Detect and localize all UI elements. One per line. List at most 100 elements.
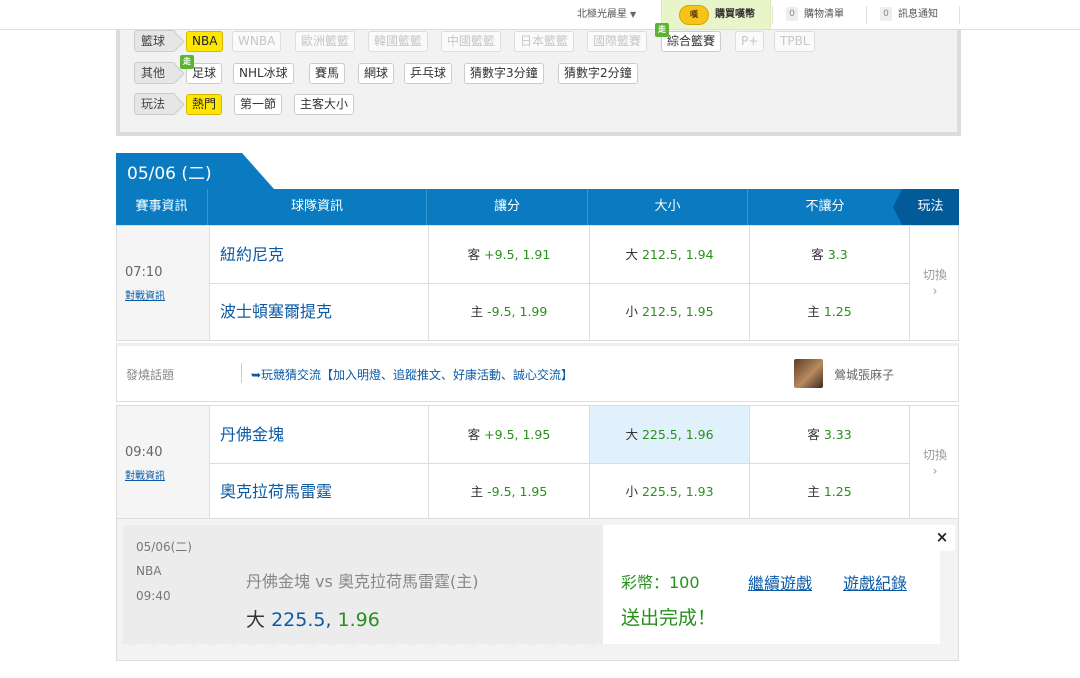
- odds-value: 1.94: [685, 247, 714, 262]
- filter-option-p-plus[interactable]: P+: [735, 31, 765, 52]
- header-match-info: 賽事資訊: [116, 189, 208, 225]
- date-tab-label: 05/06 (二): [127, 164, 212, 184]
- bet-league: NBA: [136, 564, 162, 578]
- messages-link[interactable]: 0 訊息通知: [880, 0, 938, 29]
- divider: [959, 6, 960, 24]
- filter-option-intl-basketball[interactable]: 國際籃賽: [587, 31, 648, 52]
- bet-confirmation-panel: 05/06(二) NBA 09:40 丹佛金塊 vs 奧克拉荷馬雷霆(主) 大 …: [116, 518, 959, 661]
- game-record-link[interactable]: 遊戲紀錄: [843, 570, 907, 594]
- filter-option-soccer[interactable]: 走足球: [180, 55, 223, 84]
- switch-play-button[interactable]: 切換 ›: [909, 406, 959, 520]
- odds-line: +9.5: [484, 427, 515, 442]
- user-menu[interactable]: 北極光晨星 ▼: [577, 0, 636, 29]
- odds-value: 1.25: [823, 484, 852, 499]
- away-team[interactable]: 丹佛金塊: [209, 406, 428, 463]
- matchup-info-link[interactable]: 對戰資訊: [125, 287, 165, 302]
- odds-side: 主: [807, 484, 820, 499]
- odds-value: 1.96: [685, 427, 714, 442]
- moneyline-away-odds[interactable]: 客 3.33: [749, 406, 909, 463]
- switch-label: 切換: [922, 448, 947, 462]
- filter-option-mixed-basketball[interactable]: 走綜合籃賽: [655, 23, 722, 52]
- total-under-odds[interactable]: 小 212.5, 1.95: [589, 283, 749, 340]
- filter-option-korea-basketball[interactable]: 韓國籃籃: [368, 31, 429, 52]
- spread-home-odds[interactable]: 主 -9.5, 1.95: [428, 463, 589, 520]
- odds-line: 212.5: [641, 247, 678, 262]
- bet-pick: 大 225.5, 1.96: [246, 605, 380, 632]
- filter-option-table-tennis[interactable]: 乒乓球: [404, 63, 453, 84]
- filter-option-china-basketball[interactable]: 中國籃籃: [441, 31, 502, 52]
- switch-play-button[interactable]: 切換 ›: [909, 226, 959, 340]
- divider: [866, 6, 867, 24]
- filter-option-tennis[interactable]: 網球: [358, 63, 395, 84]
- divider: [772, 6, 773, 24]
- filter-option-japan-basketball[interactable]: 日本籃籃: [514, 31, 575, 52]
- spread-away-odds[interactable]: 客 +9.5, 1.95: [428, 406, 589, 463]
- play-mode-tab[interactable]: 玩法: [893, 189, 959, 225]
- spread-away-odds[interactable]: 客 +9.5, 1.91: [428, 226, 589, 283]
- game-row: 09:40 對戰資訊 丹佛金塊 奧克拉荷馬雷霆 客 +9.5, 1.95 主 -…: [116, 405, 959, 521]
- cart-link[interactable]: 0 購物清單: [786, 0, 844, 29]
- spread-home-odds[interactable]: 主 -9.5, 1.99: [428, 283, 589, 340]
- game-time: 09:40: [125, 445, 163, 460]
- odds-value: 1.91: [522, 247, 551, 262]
- cart-count-badge: 0: [786, 7, 798, 21]
- moneyline-away-odds[interactable]: 客 3.3: [749, 226, 909, 283]
- hot-topic-link[interactable]: ➥玩競猜交流【加入明燈、追蹤推文、好康活動、誠心交流】: [251, 366, 573, 383]
- continue-game-link[interactable]: 繼續遊戲: [748, 570, 812, 594]
- live-badge: 走: [180, 55, 194, 69]
- odds-line: 212.5: [641, 304, 678, 319]
- moneyline-home-odds[interactable]: 主 1.25: [749, 283, 909, 340]
- filter-panel: 籃球 NBA WNBA 歐洲籃籃 韓國籃籃 中國籃籃 日本籃籃 國際籃賽 走綜合…: [116, 23, 961, 136]
- filter-option-nba[interactable]: NBA: [186, 31, 224, 52]
- hot-topic-bar: 發燒話題 ➥玩競猜交流【加入明燈、追蹤推文、好康活動、誠心交流】 鶯城張麻子: [116, 343, 959, 402]
- home-team[interactable]: 奧克拉荷馬雷霆: [209, 463, 428, 520]
- cart-label: 購物清單: [804, 9, 844, 20]
- messages-label: 訊息通知: [898, 9, 938, 20]
- total-over-odds[interactable]: 大 212.5, 1.94: [589, 226, 749, 283]
- bet-result: 彩幣：100 送出完成！ 繼續遊戲 遊戲紀錄: [603, 525, 940, 644]
- total-over-odds-selected[interactable]: 大 225.5, 1.96: [589, 406, 749, 463]
- odds-side: 主: [470, 484, 484, 499]
- odds-value: 3.33: [823, 427, 852, 442]
- filter-option-euro-basketball[interactable]: 歐洲籃籃: [295, 31, 356, 52]
- filter-option-first-quarter[interactable]: 第一節: [234, 94, 283, 115]
- odds-value: 3.3: [827, 247, 848, 262]
- filter-option-horse-racing[interactable]: 賽馬: [309, 63, 346, 84]
- buy-coins-button[interactable]: 嘆 購買嘆幣: [661, 0, 771, 29]
- total-under-odds[interactable]: 小 225.5, 1.93: [589, 463, 749, 520]
- date-tab[interactable]: 05/06 (二): [116, 153, 276, 189]
- top-bar: 北極光晨星 ▼ 嘆 購買嘆幣 0 購物清單 0 訊息通知: [0, 0, 1080, 30]
- odds-value: 1.95: [519, 484, 548, 499]
- game-time-cell: 07:10 對戰資訊: [117, 226, 209, 340]
- avatar[interactable]: [794, 359, 823, 388]
- odds-value: 1.99: [519, 304, 548, 319]
- buy-coins-label: 購買嘆幣: [715, 9, 755, 20]
- odds-line: +9.5: [484, 247, 515, 262]
- filter-option-guess-3min[interactable]: 猜數字3分鐘: [464, 63, 544, 84]
- filter-option-wnba[interactable]: WNBA: [232, 31, 282, 52]
- filter-option-home-away-total[interactable]: 主客大小: [294, 94, 355, 115]
- odds-value: 1.93: [685, 484, 714, 499]
- odds-line: -9.5: [487, 484, 512, 499]
- coins-spent: 彩幣：100: [621, 573, 700, 592]
- bet-match: 丹佛金塊 vs 奧克拉荷馬雷霆(主): [246, 572, 479, 591]
- odds-value: 1.95: [522, 427, 551, 442]
- pick-side: 大: [246, 609, 266, 631]
- filter-option-guess-2min[interactable]: 猜數字2分鐘: [558, 63, 638, 84]
- message-count-badge: 0: [880, 7, 892, 21]
- topic-author[interactable]: 鶯城張麻子: [834, 366, 894, 383]
- close-icon[interactable]: ×: [929, 525, 955, 551]
- home-team[interactable]: 波士頓塞爾提克: [209, 283, 428, 340]
- filter-option-nhl[interactable]: NHL冰球: [233, 63, 294, 84]
- moneyline-home-odds[interactable]: 主 1.25: [749, 463, 909, 520]
- filter-category-label: 籃球: [134, 30, 176, 52]
- matchup-info-link[interactable]: 對戰資訊: [125, 467, 165, 482]
- filter-option-tpbl[interactable]: TPBL: [774, 31, 816, 52]
- odds-side: 客: [811, 247, 824, 262]
- game-time: 07:10: [125, 265, 163, 280]
- odds-line: 225.5: [641, 427, 678, 442]
- filter-option-popular[interactable]: 熱門: [186, 94, 223, 115]
- bet-date: 05/06(二): [136, 540, 192, 554]
- odds-table-header: 賽事資訊 球隊資訊 讓分 大小 不讓分 玩法: [116, 189, 959, 225]
- away-team[interactable]: 紐約尼克: [209, 226, 428, 283]
